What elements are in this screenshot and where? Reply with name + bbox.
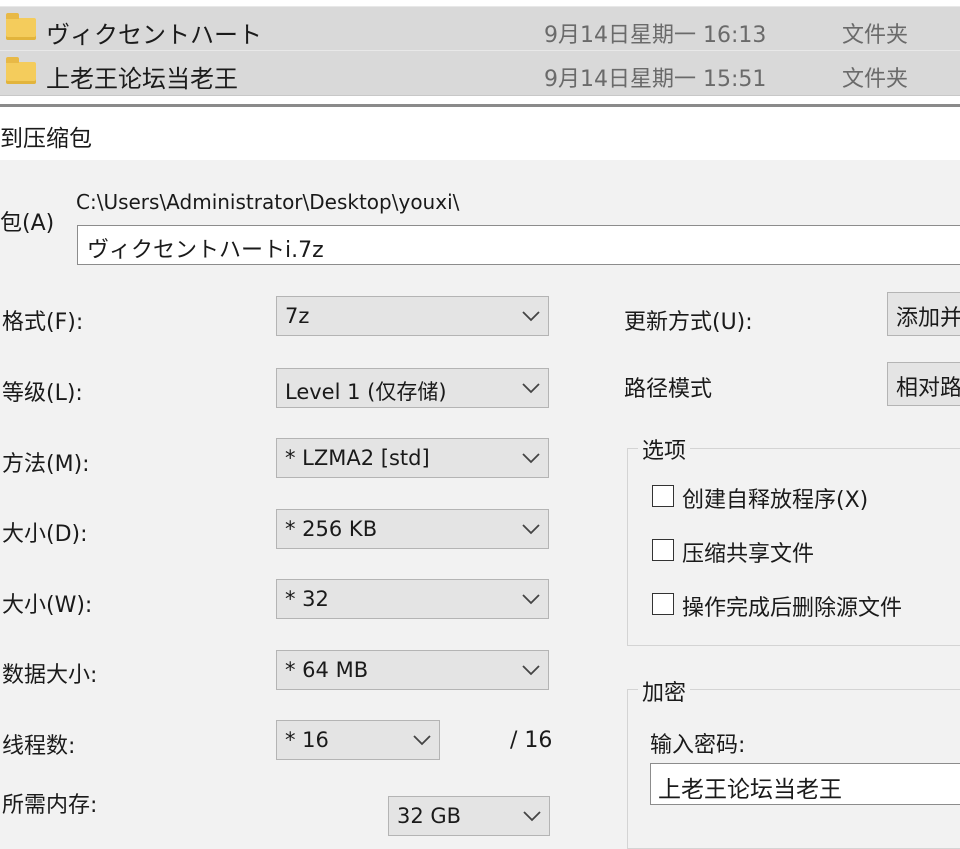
solid-block-value: * 64 MB	[285, 658, 369, 682]
encryption-group-title: 加密	[638, 675, 691, 707]
delete-after-checkbox[interactable]	[652, 593, 674, 615]
chevron-down-icon	[522, 453, 540, 464]
threads-label: 线程数:	[2, 734, 76, 759]
memory-select[interactable]: 32 GB	[388, 796, 550, 836]
format-select[interactable]: 7z	[276, 296, 549, 336]
archive-path: C:\Users\Administrator\Desktop\youxi\	[76, 190, 460, 214]
update-mode-value: 添加并	[896, 306, 960, 331]
threads-max: / 16	[510, 728, 553, 753]
solid-block-select[interactable]: * 64 MB	[276, 650, 549, 690]
file-name: 上老王论坛当老王	[46, 65, 238, 93]
file-name: ヴィクセントハート	[46, 21, 262, 49]
file-date: 9月14日星期一 16:13	[544, 23, 767, 48]
level-label: 等级(L):	[2, 381, 83, 406]
shared-files-checkbox[interactable]	[652, 539, 674, 561]
word-size-label: 大小(W):	[2, 593, 93, 618]
memory-label: 所需内存:	[2, 793, 98, 818]
memory-value: 32 GB	[397, 804, 462, 828]
password-input[interactable]: 上老王论坛当老王	[650, 763, 960, 805]
shared-files-label: 压缩共享文件	[682, 542, 815, 567]
level-select[interactable]: Level 1 (仅存储)	[276, 368, 549, 408]
format-label: 格式(F):	[2, 310, 84, 335]
path-mode-select[interactable]: 相对路	[887, 362, 960, 406]
password-label: 输入密码:	[650, 733, 746, 758]
dialog-title: 到压缩包	[0, 126, 92, 152]
path-mode-value: 相对路	[896, 376, 960, 401]
sfx-label: 创建自释放程序(X)	[682, 488, 869, 513]
method-select[interactable]: * LZMA2 [std]	[276, 438, 549, 478]
word-size-select[interactable]: * 32	[276, 579, 549, 619]
archive-name-input[interactable]: ヴィクセントハートi.7z	[77, 225, 960, 265]
file-row[interactable]: 上老王论坛当老王 9月14日星期一 15:51 文件夹	[0, 50, 960, 96]
file-date: 9月14日星期一 15:51	[544, 67, 767, 92]
file-type: 文件夹	[842, 67, 909, 92]
chevron-down-icon	[522, 665, 540, 676]
threads-value: * 16	[285, 728, 329, 752]
dictionary-size-select[interactable]: * 256 KB	[276, 509, 549, 549]
path-mode-label: 路径模式	[624, 377, 713, 402]
dictionary-size-label: 大小(D):	[2, 522, 88, 547]
chevron-down-icon	[523, 811, 541, 822]
format-value: 7z	[285, 304, 310, 328]
folder-icon	[6, 13, 36, 40]
method-value: * LZMA2 [std]	[285, 446, 430, 470]
method-label: 方法(M):	[2, 452, 90, 477]
delete-after-label: 操作完成后删除源文件	[682, 596, 903, 621]
update-mode-label: 更新方式(U):	[624, 310, 753, 335]
update-mode-select[interactable]: 添加并	[887, 292, 960, 336]
folder-icon	[6, 57, 36, 84]
sfx-checkbox[interactable]	[652, 485, 674, 507]
dictionary-size-value: * 256 KB	[285, 517, 378, 541]
chevron-down-icon	[522, 383, 540, 394]
archive-label: 包(A)	[0, 211, 55, 236]
file-row[interactable]: ヴィクセントハート 9月14日星期一 16:13 文件夹	[0, 6, 960, 52]
chevron-down-icon	[522, 524, 540, 535]
file-type: 文件夹	[842, 23, 909, 48]
word-size-value: * 32	[285, 587, 329, 611]
chevron-down-icon	[522, 311, 540, 322]
dialog-titlebar[interactable]: 到压缩包	[0, 107, 960, 160]
chevron-down-icon	[413, 735, 431, 746]
threads-select[interactable]: * 16	[276, 720, 440, 760]
solid-block-label: 数据大小:	[2, 663, 98, 688]
chevron-down-icon	[522, 594, 540, 605]
level-value: Level 1 (仅存储)	[285, 380, 447, 404]
options-group-title: 选项	[638, 433, 691, 465]
file-explorer-list: ヴィクセントハート 9月14日星期一 16:13 文件夹 上老王论坛当老王 9月…	[0, 0, 960, 104]
